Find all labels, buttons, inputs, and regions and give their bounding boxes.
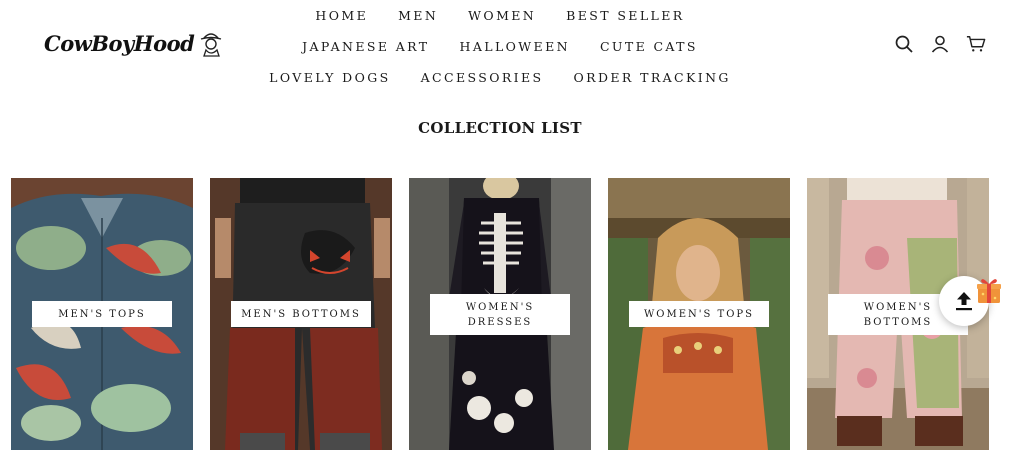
collection-label-line-1: WOMEN'S <box>863 301 933 313</box>
main-navigation: HOME MEN WOMEN BEST SELLER JAPANESE ART … <box>240 0 760 93</box>
collection-label: WOMEN'S TOPS <box>629 301 769 327</box>
nav-row-1: HOME MEN WOMEN BEST SELLER <box>240 0 760 31</box>
logo-text: CowBoyHood <box>44 30 195 56</box>
nav-home[interactable]: HOME <box>315 8 368 23</box>
nav-row-2: JAPANESE ART HALLOWEEN CUTE CATS <box>240 31 760 62</box>
gift-icon[interactable] <box>976 276 1002 304</box>
collection-card-womens-dresses[interactable]: WOMEN'S DRESSES <box>409 178 591 450</box>
collection-label-text: WOMEN'S BOTTOMS <box>864 300 933 330</box>
collection-card-mens-tops[interactable]: MEN'S TOPS <box>11 178 193 450</box>
header-actions <box>894 34 986 54</box>
collection-label-line-2: DRESSES <box>467 316 533 328</box>
nav-halloween[interactable]: HALLOWEEN <box>460 39 570 54</box>
collection-label: WOMEN'S DRESSES <box>430 294 570 335</box>
nav-men[interactable]: MEN <box>398 8 438 23</box>
nav-order-tracking[interactable]: ORDER TRACKING <box>573 70 730 85</box>
collection-label: MEN'S BOTTOMS <box>231 301 371 327</box>
collection-label-text: WOMEN'S TOPS <box>644 308 754 320</box>
collection-label-line-1: WOMEN'S <box>465 301 535 313</box>
nav-lovely-dogs[interactable]: LOVELY DOGS <box>269 70 390 85</box>
collection-card-mens-bottoms[interactable]: MEN'S BOTTOMS <box>210 178 392 450</box>
collection-label: MEN'S TOPS <box>32 301 172 327</box>
section-title: COLLECTION LIST <box>418 119 582 137</box>
site-header: CowBoyHood HOME MEN WOMEN BEST SELLER JA… <box>0 0 1024 100</box>
collection-card-womens-tops[interactable]: WOMEN'S TOPS <box>608 178 790 450</box>
nav-best-seller[interactable]: BEST SELLER <box>566 8 684 23</box>
cowboy-mascot-icon <box>201 33 222 57</box>
nav-women[interactable]: WOMEN <box>468 8 536 23</box>
nav-accessories[interactable]: ACCESSORIES <box>421 70 544 85</box>
account-icon[interactable] <box>930 34 950 54</box>
nav-cute-cats[interactable]: CUTE CATS <box>600 39 698 54</box>
collection-label-text: MEN'S TOPS <box>58 308 146 320</box>
collection-list: MEN'S TOPS MEN'S BOTTOMS WOMEN'S DRESSES… <box>11 178 989 450</box>
nav-row-3: LOVELY DOGS ACCESSORIES ORDER TRACKING <box>240 62 760 93</box>
collection-label-line-2: BOTTOMS <box>863 316 933 328</box>
search-icon[interactable] <box>894 34 914 54</box>
collection-label-text: MEN'S BOTTOMS <box>241 308 361 320</box>
cart-icon[interactable] <box>966 34 986 54</box>
logo[interactable]: CowBoyHood <box>44 28 224 58</box>
upload-icon <box>956 292 972 311</box>
collection-label-text: WOMEN'S DRESSES <box>466 300 534 330</box>
nav-japanese-art[interactable]: JAPANESE ART <box>302 39 429 54</box>
